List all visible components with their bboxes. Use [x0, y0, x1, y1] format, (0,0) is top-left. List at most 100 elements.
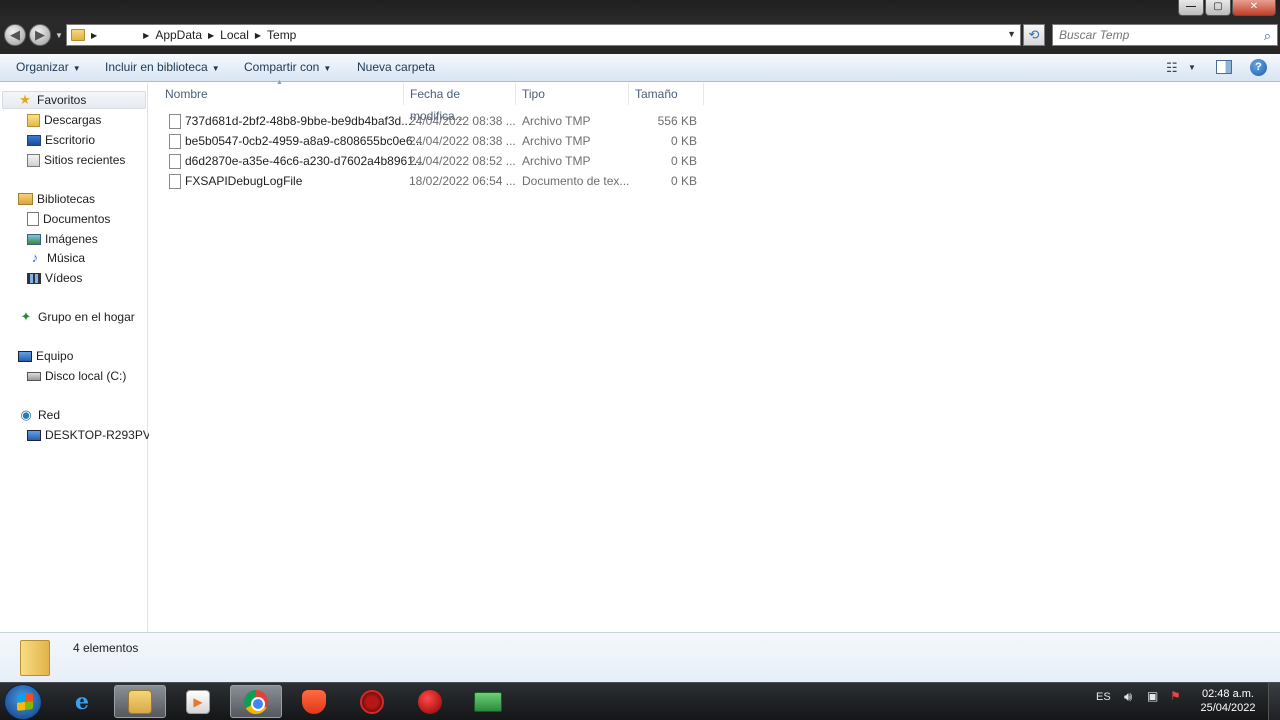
table-row[interactable]: FXSAPIDebugLogFile 18/02/2022 06:54 ... Do…	[165, 171, 705, 191]
change-view-icon[interactable]: ☷	[1166, 60, 1178, 76]
network-status-icon[interactable]: ▣	[1147, 689, 1158, 703]
recent-pages-dropdown[interactable]: ▼	[55, 31, 63, 40]
share-menu[interactable]: Compartir con ▼	[244, 60, 331, 74]
table-row[interactable]: be5b0547-0cb2-4959-a8a9-c808655bc0e6... 2…	[165, 131, 705, 151]
breadcrumb-arrow-icon[interactable]: ▶	[143, 31, 149, 40]
back-button[interactable]: ◀	[4, 24, 26, 46]
chevron-down-icon: ▼	[72, 64, 81, 73]
include-library-menu[interactable]: Incluir en biblioteca ▼	[105, 60, 220, 74]
organize-menu[interactable]: Organizar ▼	[16, 60, 81, 74]
breadcrumb-arrow-icon[interactable]: ▶	[255, 31, 261, 40]
chevron-down-icon: ▼	[323, 64, 332, 73]
downloads-folder-icon	[27, 113, 40, 127]
red-emblem-icon	[360, 689, 384, 714]
show-desktop-button[interactable]	[1268, 683, 1280, 720]
documents-icon	[27, 212, 39, 226]
title-bar: — ▢ ✕ ◀ ▶ ▼ ▶ ▶ AppData ▶ Local ▶ Temp ▼…	[0, 0, 1280, 54]
sidebar-item-local-disk[interactable]: Disco local (C:)	[27, 367, 126, 385]
star-icon: ★	[19, 92, 31, 107]
sidebar-item-music[interactable]: ♪ Música	[27, 249, 85, 267]
address-bar[interactable]: ▶ ▶ AppData ▶ Local ▶ Temp ▼	[66, 24, 1021, 46]
taskbar-media-player[interactable]: ▶	[172, 685, 224, 718]
preview-pane-icon[interactable]	[1216, 60, 1232, 74]
sidebar-homegroup[interactable]: ✦ Grupo en el hogar	[18, 308, 135, 326]
column-header-name[interactable]: Nombre	[159, 83, 404, 105]
action-center-flag-icon[interactable]: ⚑	[1170, 689, 1181, 703]
close-button[interactable]: ✕	[1232, 0, 1276, 16]
sidebar-computer[interactable]: Equipo	[18, 347, 73, 365]
address-dropdown-icon[interactable]: ▼	[1007, 29, 1016, 39]
file-type: Archivo TMP	[522, 134, 591, 148]
sidebar-network-label: Red	[38, 408, 61, 422]
help-icon[interactable]: ?	[1250, 59, 1267, 76]
internet-explorer-icon: e	[75, 688, 89, 715]
file-icon	[169, 134, 181, 149]
sidebar-item-documents[interactable]: Documentos	[27, 210, 110, 228]
forward-arrow-icon: ▶	[35, 27, 45, 42]
column-header-type[interactable]: Tipo	[516, 83, 629, 105]
sidebar-item-label: DESKTOP-R293PV1	[45, 428, 158, 442]
taskbar-app-red-ball[interactable]	[404, 685, 456, 718]
breadcrumb-arrow-icon[interactable]: ▶	[208, 31, 214, 40]
refresh-button[interactable]: ⟲	[1023, 24, 1045, 46]
sidebar-computer-label: Equipo	[36, 349, 74, 363]
new-folder-button[interactable]: Nueva carpeta	[357, 60, 435, 74]
file-size: 556 KB	[657, 114, 697, 128]
breadcrumb-arrow-icon[interactable]: ▶	[91, 31, 97, 40]
taskbar-brave[interactable]	[288, 685, 340, 718]
clock-date: 25/04/2022	[1200, 702, 1256, 714]
sidebar-item-network-pc[interactable]: DESKTOP-R293PV1	[27, 426, 158, 444]
column-header-size[interactable]: Tamaño	[629, 83, 704, 105]
share-label: Compartir con	[244, 60, 320, 74]
refresh-icon: ⟲	[1028, 27, 1040, 42]
taskbar-internet-explorer[interactable]: e	[56, 685, 108, 718]
taskbar-app-red-emblem[interactable]	[346, 685, 398, 718]
breadcrumb-appdata[interactable]: AppData	[155, 28, 202, 42]
table-row[interactable]: 737d681d-2bf2-48b8-9bbe-be9db4baf3d... 24…	[165, 111, 705, 131]
sidebar-network[interactable]: ◉ Red	[18, 406, 60, 424]
taskbar-file-explorer[interactable]	[114, 685, 166, 718]
search-box[interactable]: ⌕	[1052, 24, 1278, 46]
sidebar-libraries[interactable]: Bibliotecas	[18, 190, 95, 208]
breadcrumb-local[interactable]: Local	[220, 28, 249, 42]
table-row[interactable]: d6d2870e-a35e-46c6-a230-d7602a4b8961... 2…	[165, 151, 705, 171]
file-date: 24/04/2022 08:38 ...	[409, 134, 516, 148]
sidebar-item-desktop[interactable]: Escritorio	[27, 131, 95, 149]
libraries-icon	[18, 193, 33, 205]
film-strip-icon	[27, 272, 41, 284]
breadcrumb-temp[interactable]: Temp	[267, 28, 296, 42]
forward-button[interactable]: ▶	[29, 24, 51, 46]
sidebar-item-downloads[interactable]: Descargas	[27, 111, 101, 129]
language-indicator[interactable]: ES	[1096, 691, 1111, 703]
file-name: be5b0547-0cb2-4959-a8a9-c808655bc0e6...	[185, 134, 423, 148]
file-icon	[169, 114, 181, 129]
red-ball-icon	[418, 689, 442, 714]
taskbar-app-green[interactable]	[462, 685, 514, 718]
brave-lion-icon	[302, 689, 326, 714]
maximize-button[interactable]: ▢	[1205, 0, 1231, 16]
recent-places-icon	[27, 153, 40, 167]
file-size: 0 KB	[670, 174, 697, 188]
volume-icon[interactable]: 🔊︎	[1124, 689, 1132, 705]
chrome-icon	[244, 689, 268, 714]
column-header-date[interactable]: Fecha de modifica...	[404, 83, 516, 123]
sidebar-item-label: Música	[47, 251, 86, 265]
file-name: d6d2870e-a35e-46c6-a230-d7602a4b8961...	[185, 154, 424, 168]
sidebar-item-recent-places[interactable]: Sitios recientes	[27, 151, 125, 169]
green-card-icon	[474, 691, 502, 712]
window-controls: — ▢ ✕	[1178, 0, 1276, 16]
view-options-dropdown[interactable]: ▼	[1188, 63, 1196, 72]
sidebar-favorites-label: Favoritos	[37, 93, 87, 107]
file-date: 24/04/2022 08:52 ...	[409, 154, 516, 168]
clock[interactable]: 02:48 a.m. 25/04/2022	[1196, 687, 1260, 715]
minimize-button[interactable]: —	[1178, 0, 1204, 16]
sidebar-item-pictures[interactable]: Imágenes	[27, 230, 98, 248]
taskbar-chrome[interactable]	[230, 685, 282, 718]
search-icon[interactable]: ⌕	[1264, 28, 1271, 44]
sidebar-item-label: Sitios recientes	[44, 153, 126, 167]
sidebar-item-videos[interactable]: Vídeos	[27, 269, 82, 287]
search-input[interactable]	[1059, 28, 1249, 42]
file-type: Archivo TMP	[522, 114, 591, 128]
start-button[interactable]	[4, 684, 42, 720]
sidebar-favorites[interactable]: ★ Favoritos	[2, 91, 146, 109]
